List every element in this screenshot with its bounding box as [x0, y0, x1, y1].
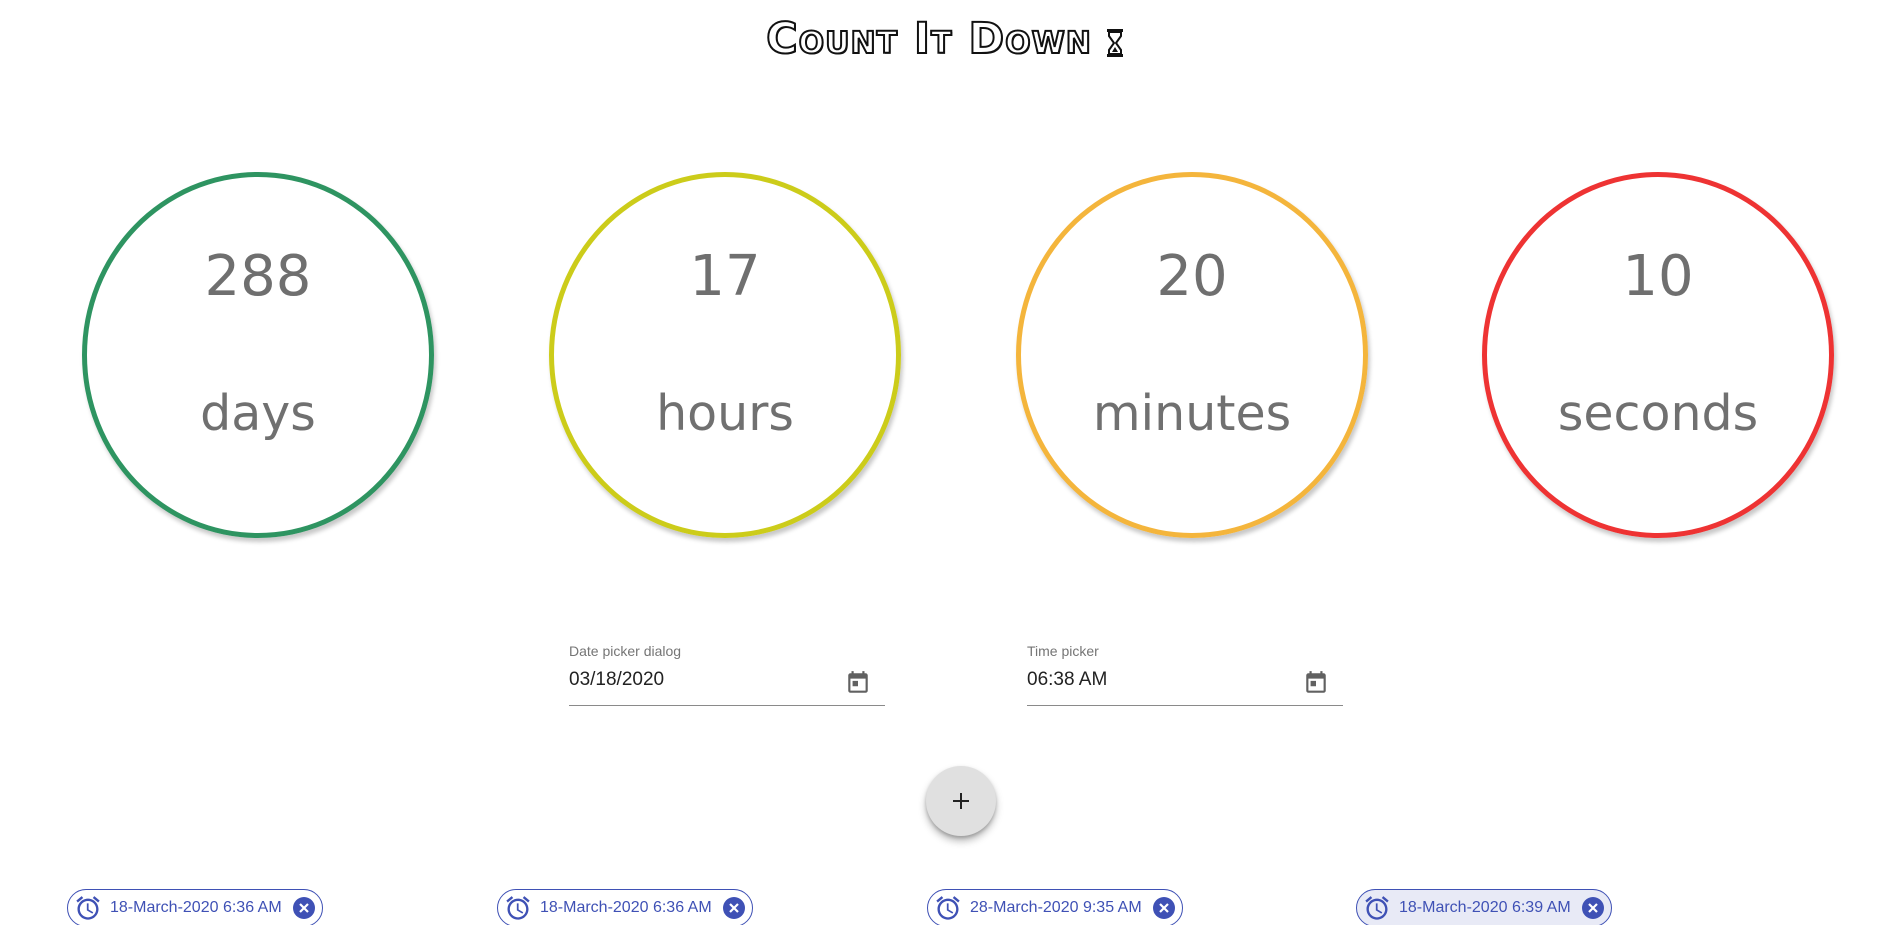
countdown-chip[interactable]: 18-March-2020 6:36 AM	[67, 889, 323, 925]
app-header: Count It Down	[0, 14, 1890, 64]
chip-label: 18-March-2020 6:36 AM	[110, 899, 282, 916]
calendar-icon[interactable]	[845, 669, 871, 697]
minutes-label: minutes	[1092, 385, 1292, 442]
hourglass-icon	[1106, 28, 1123, 57]
calendar-icon[interactable]	[1303, 669, 1329, 697]
time-picker-field[interactable]: Time picker	[1027, 643, 1343, 706]
chip-label: 18-March-2020 6:39 AM	[1399, 899, 1571, 916]
remove-chip-icon[interactable]	[292, 896, 316, 920]
remove-chip-icon[interactable]	[1152, 896, 1176, 920]
add-countdown-button[interactable]	[926, 766, 996, 836]
countdown-chip[interactable]: 28-March-2020 9:35 AM	[927, 889, 1183, 925]
seconds-value: 10	[1622, 244, 1694, 309]
chip-label: 28-March-2020 9:35 AM	[970, 899, 1142, 916]
alarm-clock-icon	[506, 896, 530, 920]
seconds-label: seconds	[1557, 385, 1759, 442]
date-picker-field[interactable]: Date picker dialog	[569, 643, 885, 706]
plus-icon	[953, 793, 969, 809]
days-value: 288	[204, 244, 312, 309]
app-root: Count It Down 288 days 17 hours 20 minut…	[0, 0, 1890, 925]
alarm-clock-icon	[1365, 896, 1389, 920]
time-picker-input[interactable]	[1027, 669, 1297, 691]
chip-label: 18-March-2020 6:36 AM	[540, 899, 712, 916]
hours-label: hours	[656, 385, 794, 442]
hours-circle: 17 hours	[549, 172, 901, 538]
date-picker-input[interactable]	[569, 669, 839, 691]
countdown-chip[interactable]: 18-March-2020 6:39 AM	[1356, 889, 1612, 925]
time-picker-label: Time picker	[1027, 643, 1099, 659]
remove-chip-icon[interactable]	[722, 896, 746, 920]
minutes-circle: 20 minutes	[1016, 172, 1368, 538]
countdown-chip[interactable]: 18-March-2020 6:36 AM	[497, 889, 753, 925]
alarm-clock-icon	[936, 896, 960, 920]
alarm-clock-icon	[76, 896, 100, 920]
app-title: Count It Down	[765, 14, 1092, 64]
seconds-circle: 10 seconds	[1482, 172, 1834, 538]
minutes-value: 20	[1156, 244, 1228, 309]
remove-chip-icon[interactable]	[1581, 896, 1605, 920]
days-label: days	[200, 385, 316, 442]
date-picker-label: Date picker dialog	[569, 643, 682, 659]
days-circle: 288 days	[82, 172, 434, 538]
hours-value: 17	[689, 244, 761, 309]
